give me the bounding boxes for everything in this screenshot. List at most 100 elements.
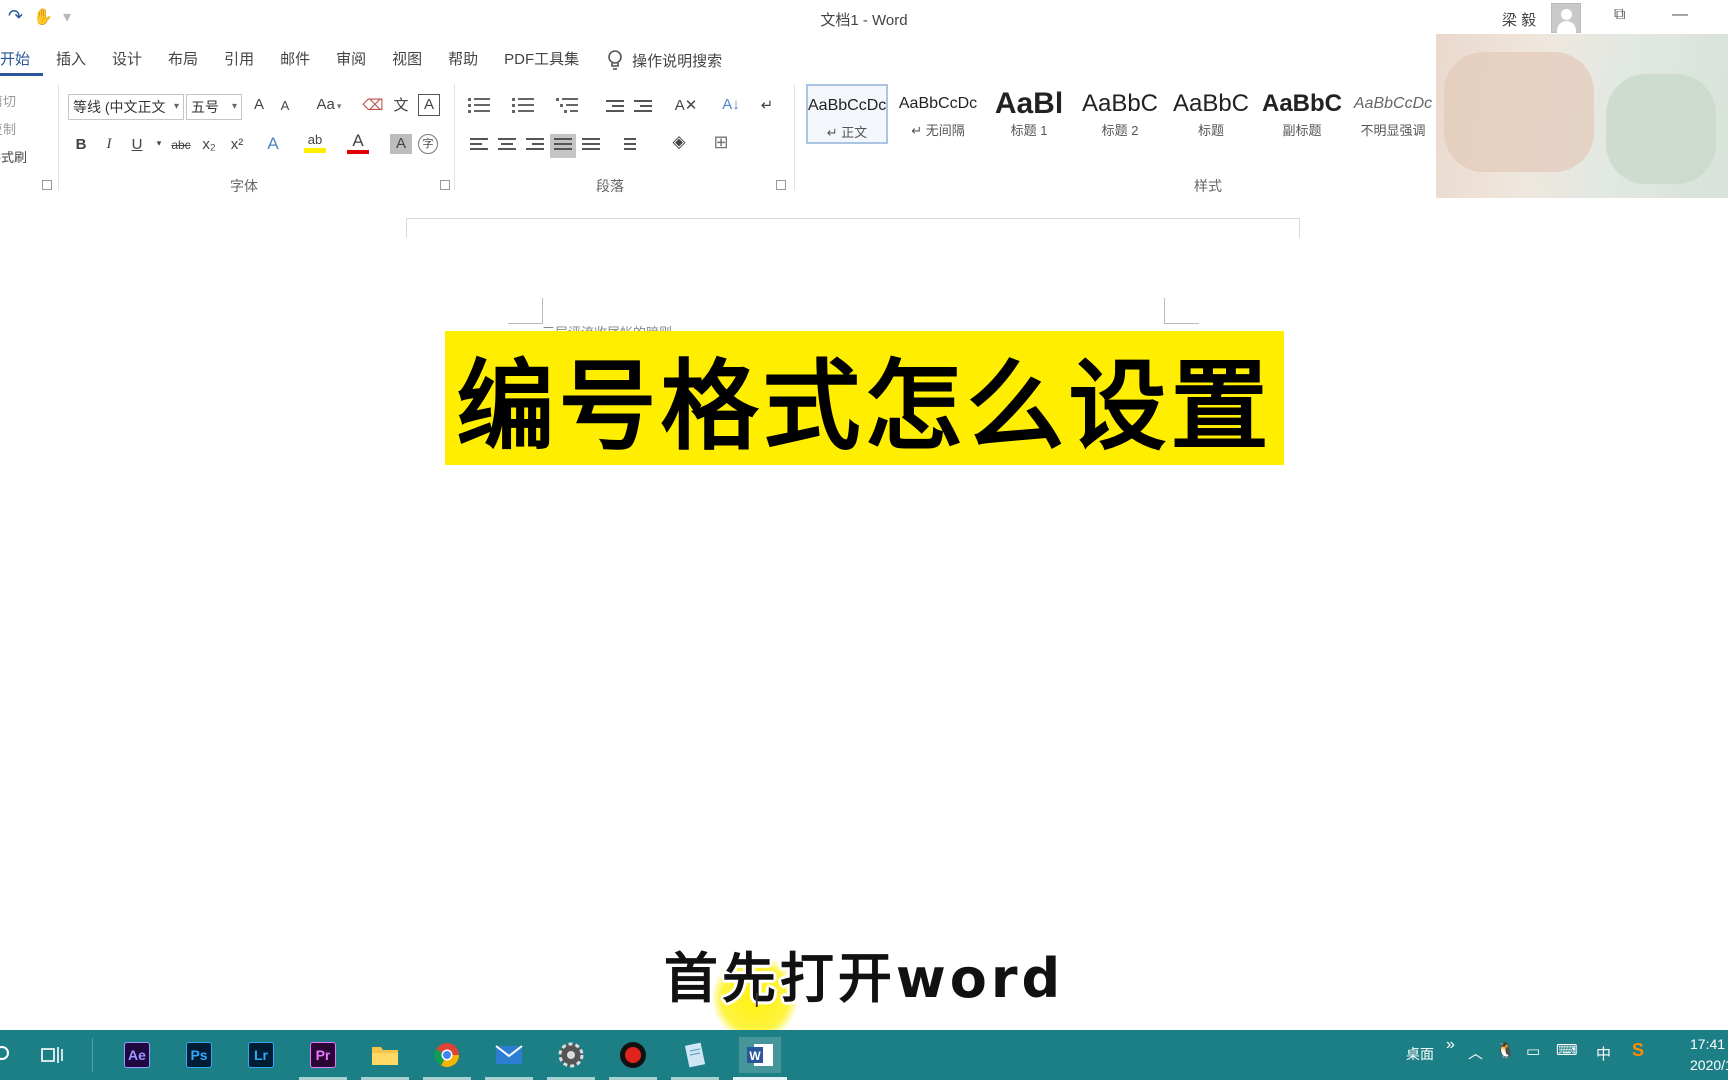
taskbar-recorder[interactable] — [609, 1037, 657, 1080]
bullets-icon[interactable] — [468, 98, 490, 116]
style-name: 副标题 — [1282, 123, 1322, 138]
align-right-icon[interactable] — [526, 138, 544, 154]
tell-me-search[interactable]: 操作说明搜索 — [606, 49, 722, 71]
taskbar-notes[interactable] — [671, 1037, 719, 1080]
tell-me-label: 操作说明搜索 — [632, 52, 723, 70]
grow-font-button[interactable]: A — [248, 96, 270, 113]
underline-dropdown-icon[interactable]: ▾ — [148, 138, 170, 149]
borders-icon[interactable]: ⊞ — [710, 132, 732, 153]
style-subtle-emphasis[interactable]: AaBbCcDc 不明显强调 — [1352, 84, 1434, 144]
style-sample: AaBbC — [1261, 90, 1342, 117]
align-left-icon[interactable] — [470, 138, 488, 154]
italic-button[interactable]: I — [98, 136, 120, 153]
line-spacing-icon[interactable] — [618, 138, 636, 154]
enclose-characters-button[interactable]: 字 — [418, 134, 438, 154]
font-launcher[interactable] — [440, 180, 450, 190]
shrink-font-button[interactable]: A — [274, 98, 296, 113]
lr-icon: Lr — [248, 1042, 274, 1068]
highlight-button[interactable]: ab — [304, 132, 326, 153]
pr-icon: Pr — [310, 1042, 336, 1068]
copy-button[interactable]: 复制 — [0, 116, 27, 144]
style-heading-2[interactable]: AaBbC 标题 2 — [1079, 84, 1161, 144]
tab-pdf-tools[interactable]: PDF工具集 — [491, 44, 592, 76]
taskbar-lr[interactable]: Lr — [243, 1037, 279, 1073]
desktop-toolbar-label[interactable]: 桌面 — [1406, 1044, 1434, 1064]
tab-design[interactable]: 设计 — [99, 44, 155, 76]
battery-icon[interactable]: ▭ — [1526, 1042, 1540, 1060]
qq-icon[interactable]: 🐧 — [1496, 1041, 1515, 1059]
taskbar-app-gear[interactable] — [547, 1037, 595, 1080]
tab-help[interactable]: 帮助 — [435, 44, 491, 76]
minimize-button[interactable]: — — [1672, 6, 1688, 24]
user-name[interactable]: 梁 毅 — [1502, 9, 1536, 30]
ribbon-display-button[interactable]: ⧉ — [1614, 6, 1625, 24]
style-normal[interactable]: AaBbCcDc ↵ 正文 — [806, 84, 888, 144]
font-name-select[interactable]: 等线 (中文正文 — [68, 94, 184, 120]
style-no-spacing[interactable]: AaBbCcDc ↵ 无间隔 — [897, 84, 979, 144]
numbering-icon[interactable] — [512, 98, 534, 116]
font-size-select[interactable]: 五号 — [186, 94, 242, 120]
change-case-button[interactable]: Aa ▾ — [312, 96, 346, 113]
video-title-banner: 编号格式怎么设置 — [445, 331, 1284, 465]
tab-review[interactable]: 审阅 — [323, 44, 379, 76]
task-view-button[interactable] — [34, 1037, 70, 1073]
style-name: ↵ 正文 — [826, 125, 868, 140]
tab-mailings[interactable]: 邮件 — [267, 44, 323, 76]
subscript-button[interactable]: x₂ — [198, 136, 220, 153]
style-sample: AaBbC — [1172, 90, 1250, 117]
tab-view[interactable]: 视图 — [379, 44, 435, 76]
taskbar-file-explorer[interactable] — [361, 1037, 409, 1080]
avatar[interactable] — [1551, 3, 1581, 33]
chevron-up-icon[interactable]: ︿ — [1468, 1042, 1483, 1063]
sort-button[interactable]: A↓ — [720, 96, 742, 113]
text-effects-button[interactable]: A — [262, 134, 284, 154]
start-button[interactable] — [0, 1037, 22, 1073]
window-title: 文档1 - Word — [820, 12, 908, 29]
paragraph-shading-icon[interactable]: ◈ — [668, 132, 690, 152]
strikethrough-button[interactable]: abc — [168, 138, 194, 152]
character-border-button[interactable]: A — [418, 94, 440, 116]
taskbar-pr[interactable]: Pr — [299, 1037, 347, 1080]
ibeam-cursor-icon: I — [754, 990, 760, 1012]
keyboard-icon[interactable]: ⌨ — [1556, 1041, 1578, 1059]
asian-layout-button[interactable]: A✕ — [672, 96, 700, 114]
align-center-icon[interactable] — [498, 138, 516, 154]
style-title[interactable]: AaBbC 标题 — [1170, 84, 1252, 144]
clipboard-launcher[interactable] — [42, 180, 52, 190]
sogou-icon[interactable]: S — [1632, 1040, 1644, 1061]
tab-home[interactable]: 开始 — [0, 44, 44, 76]
taskbar-ps[interactable]: Ps — [181, 1037, 217, 1073]
style-subtitle[interactable]: AaBbC 副标题 — [1261, 84, 1343, 144]
taskbar-clock[interactable]: 17:41 2020/1 — [1690, 1034, 1728, 1076]
increase-indent-icon[interactable] — [634, 100, 652, 116]
chrome-icon — [434, 1043, 459, 1068]
tab-insert[interactable]: 插入 — [43, 44, 99, 76]
style-heading-1[interactable]: AaBl 标题 1 — [988, 84, 1070, 144]
format-painter-button[interactable]: 格式刷 — [0, 144, 27, 172]
cut-button[interactable]: 剪切 — [0, 88, 27, 116]
justify-icon[interactable] — [550, 134, 576, 158]
tab-layout[interactable]: 布局 — [155, 44, 211, 76]
taskbar-word[interactable]: W — [733, 1037, 787, 1080]
font-color-button[interactable]: A — [347, 132, 369, 154]
phonetic-guide-button[interactable]: 文 — [390, 94, 412, 115]
underline-button[interactable]: U — [126, 136, 148, 153]
tab-references[interactable]: 引用 — [211, 44, 267, 76]
decrease-indent-icon[interactable] — [606, 100, 624, 116]
show-marks-button[interactable]: ↵ — [756, 96, 778, 114]
bold-button[interactable]: B — [70, 136, 92, 153]
clear-formatting-icon[interactable]: ⌫ — [362, 96, 384, 114]
superscript-button[interactable]: x² — [226, 136, 248, 153]
distributed-icon[interactable] — [582, 138, 600, 154]
taskbar-chrome[interactable] — [423, 1037, 471, 1080]
divider — [454, 84, 455, 190]
document-page[interactable] — [406, 218, 1300, 238]
notepad-icon — [684, 1042, 706, 1068]
character-shading-button[interactable]: A — [390, 134, 412, 154]
taskbar-ae[interactable]: Ae — [119, 1037, 155, 1073]
taskbar-mail[interactable] — [485, 1037, 533, 1080]
paragraph-launcher[interactable] — [776, 180, 786, 190]
ime-indicator[interactable]: 中 — [1596, 1043, 1611, 1064]
multilevel-list-icon[interactable] — [556, 98, 578, 116]
toolbar-overflow-icon[interactable]: » — [1446, 1036, 1455, 1054]
